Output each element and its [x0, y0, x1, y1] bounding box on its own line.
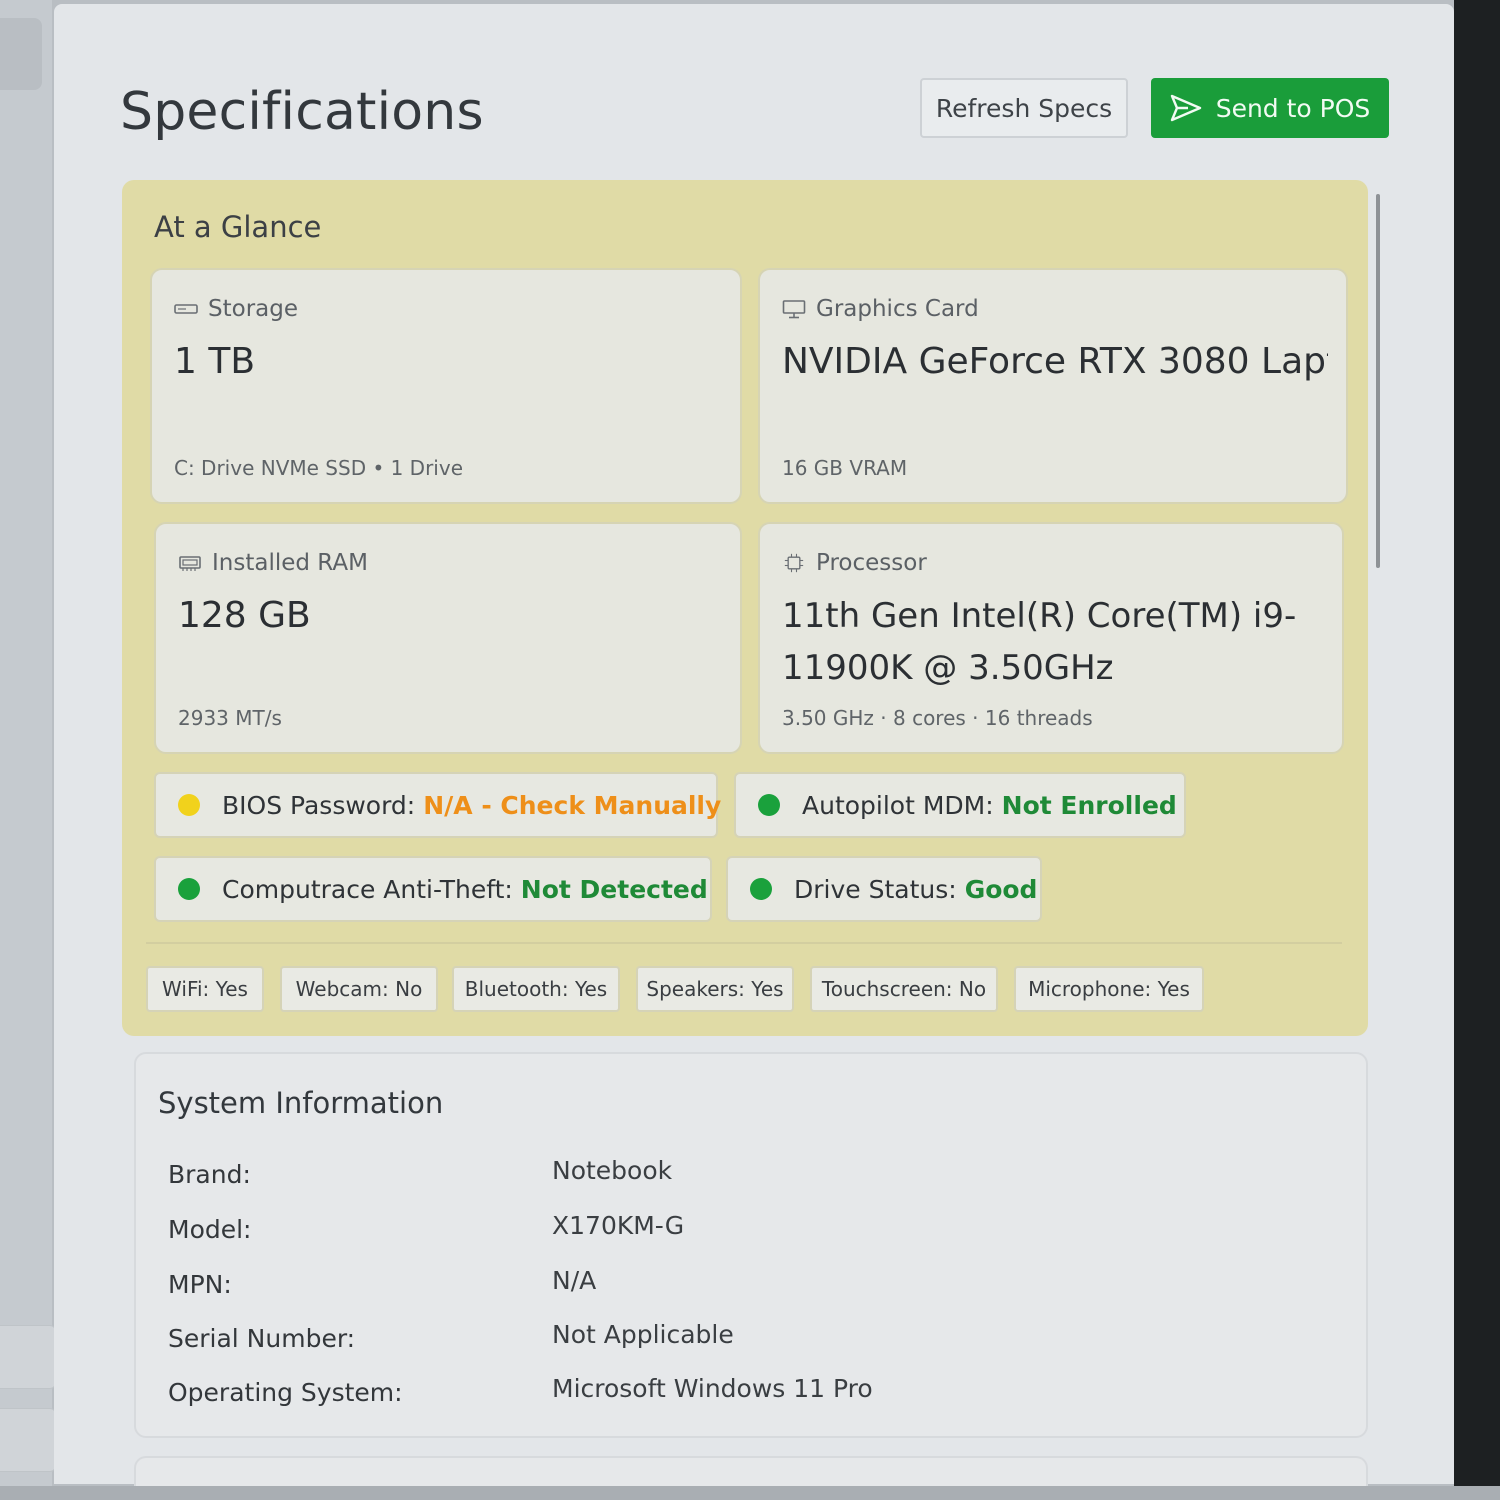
- background-app-strip: [0, 0, 56, 1500]
- background-app-button: [0, 1408, 56, 1472]
- feature-chip-value: Yes: [574, 977, 608, 1001]
- installed-ram-card: Installed RAM 128 GB 2933 MT/s: [154, 522, 742, 754]
- feature-chip-speakers: Speakers: Yes: [636, 966, 794, 1012]
- info-row-value: Notebook: [552, 1156, 673, 1185]
- refresh-specs-label: Refresh Specs: [935, 93, 1113, 123]
- storage-detail: C: Drive NVMe SSD • 1 Drive: [174, 456, 464, 480]
- feature-chip-key: Microphone:: [1028, 977, 1152, 1001]
- info-row-label: Operating System:: [168, 1378, 403, 1407]
- info-row-label: Model:: [168, 1215, 252, 1244]
- processor-detail: 3.50 GHz · 8 cores · 16 threads: [782, 706, 1093, 730]
- graphics-card-label: Graphics Card: [816, 296, 979, 322]
- storage-label-row: Storage: [174, 296, 298, 322]
- autopilot-mdm-status: Autopilot MDM: Not Enrolled: [734, 772, 1186, 838]
- processor-card: Processor 11th Gen Intel(R) Core(TM) i9-…: [758, 522, 1344, 754]
- info-row-label: Brand:: [168, 1160, 251, 1189]
- processor-label-row: Processor: [782, 550, 927, 576]
- memory-icon: [179, 556, 201, 571]
- storage-value: 1 TB: [174, 341, 256, 382]
- feature-chip-key: Webcam:: [295, 977, 389, 1001]
- feature-chip-wifi: WiFi: Yes: [146, 966, 264, 1012]
- graphics-card-label-row: Graphics Card: [782, 296, 979, 322]
- drive-icon: [174, 304, 198, 314]
- info-row-value: Not Applicable: [552, 1320, 734, 1349]
- feature-chip-microphone: Microphone: Yes: [1014, 966, 1204, 1012]
- info-row-value: N/A: [552, 1266, 597, 1295]
- info-row-value: X170KM-G: [552, 1211, 685, 1240]
- warning-status-dot: [178, 794, 200, 816]
- graphics-card-detail: 16 GB VRAM: [782, 456, 908, 480]
- graphics-card-value: NVIDIA GeForce RTX 3080 Lapt: [782, 341, 1328, 382]
- send-to-pos-button[interactable]: Send to POS: [1151, 78, 1389, 138]
- bios-password-status: BIOS Password: N/A - Check Manually: [154, 772, 722, 838]
- computrace-value: Not Detected: [520, 874, 708, 904]
- processor-value: 11th Gen Intel(R) Core(TM) i9-11900K @ 3…: [782, 596, 1297, 688]
- feature-chip-value: Yes: [215, 977, 248, 1001]
- section-divider: [146, 942, 1342, 944]
- specifications-panel: Specifications Refresh Specs Send to POS…: [54, 4, 1454, 1496]
- feature-chip-webcam: Webcam: No: [280, 966, 438, 1012]
- system-information-section: System Information Brand: Notebook Model…: [134, 1052, 1368, 1438]
- installed-ram-label: Installed RAM: [212, 550, 368, 576]
- monitor-icon: [782, 300, 806, 319]
- system-information-title: System Information: [158, 1086, 444, 1120]
- feature-chip-touchscreen: Touchscreen: No: [810, 966, 998, 1012]
- drive-status-label: Drive Status:: [794, 874, 957, 904]
- info-row-label: Serial Number:: [168, 1324, 356, 1353]
- installed-ram-detail: 2933 MT/s: [178, 706, 282, 730]
- screen-bottom-edge: [0, 1486, 1500, 1500]
- refresh-specs-button[interactable]: Refresh Specs: [920, 78, 1128, 138]
- autopilot-mdm-label: Autopilot MDM:: [802, 790, 994, 820]
- bios-password-label: BIOS Password:: [222, 790, 416, 820]
- send-to-pos-label: Send to POS: [1215, 93, 1371, 123]
- feature-chip-value: No: [395, 977, 423, 1001]
- feature-chip-key: Speakers:: [646, 977, 745, 1001]
- computrace-status: Computrace Anti-Theft: Not Detected: [154, 856, 712, 922]
- at-a-glance-section: At a Glance Storage 1 TB C: Drive NVMe S…: [122, 180, 1368, 1036]
- storage-card: Storage 1 TB C: Drive NVMe SSD • 1 Drive: [150, 268, 742, 504]
- info-row-label: MPN:: [168, 1270, 232, 1299]
- feature-chip-key: Touchscreen:: [821, 977, 953, 1001]
- ok-status-dot: [750, 878, 772, 900]
- feature-chip-key: WiFi:: [162, 977, 210, 1001]
- info-row-value: Microsoft Windows 11 Pro: [552, 1374, 873, 1403]
- drive-status: Drive Status: Good: [726, 856, 1042, 922]
- feature-chip-value: Yes: [751, 977, 784, 1001]
- at-a-glance-title: At a Glance: [154, 210, 322, 244]
- feature-chip-key: Bluetooth:: [464, 977, 569, 1001]
- background-app-tab: [0, 18, 42, 90]
- ok-status-dot: [178, 878, 200, 900]
- autopilot-mdm-value: Not Enrolled: [1001, 790, 1177, 820]
- installed-ram-label-row: Installed RAM: [178, 550, 368, 576]
- bios-password-value: N/A - Check Manually: [423, 790, 722, 820]
- installed-ram-value: 128 GB: [178, 595, 311, 636]
- processor-label: Processor: [816, 550, 927, 576]
- page-title: Specifications: [120, 82, 484, 142]
- background-app-button: [0, 1325, 56, 1389]
- drive-status-value: Good: [964, 874, 1038, 904]
- storage-label: Storage: [208, 296, 298, 322]
- computrace-label: Computrace Anti-Theft:: [222, 874, 513, 904]
- scrollbar-thumb[interactable]: [1376, 194, 1380, 568]
- screen-bezel: [1454, 0, 1500, 1500]
- ok-status-dot: [758, 794, 780, 816]
- feature-chip-bluetooth: Bluetooth: Yes: [452, 966, 620, 1012]
- cpu-icon: [784, 553, 804, 573]
- feature-chip-value: No: [958, 977, 987, 1001]
- send-icon: [1170, 94, 1201, 122]
- feature-chip-value: Yes: [1157, 977, 1190, 1001]
- graphics-card-card: Graphics Card NVIDIA GeForce RTX 3080 La…: [758, 268, 1348, 504]
